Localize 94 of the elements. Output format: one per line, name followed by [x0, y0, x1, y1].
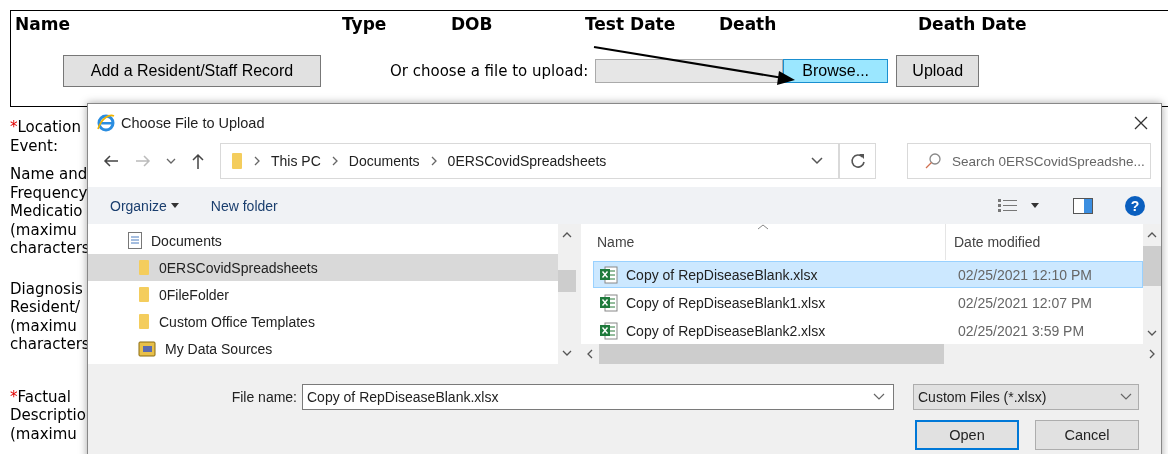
scroll-down-icon[interactable] [1147, 330, 1157, 336]
document-icon [128, 232, 142, 249]
scroll-thumb[interactable] [1143, 246, 1161, 286]
browse-button[interactable]: Browse... [783, 59, 889, 83]
file-date: 02/25/2021 12:10 PM [958, 266, 1092, 283]
chevron-right-icon [253, 156, 261, 166]
field-label: characters [10, 239, 90, 258]
scroll-thumb[interactable] [558, 270, 576, 292]
cancel-button[interactable]: Cancel [1035, 420, 1139, 450]
file-name: Copy of RepDiseaseBlank.xlsx [626, 266, 819, 283]
new-folder-button[interactable]: New folder [210, 197, 278, 214]
help-icon[interactable]: ? [1125, 195, 1145, 216]
spreadsheet-icon [600, 321, 618, 340]
upload-button[interactable]: Upload [896, 55, 980, 87]
organize-menu[interactable]: Organize [110, 197, 179, 214]
file-row[interactable]: Copy of RepDiseaseBlank.xlsx 02/25/2021 12:10 PM [593, 261, 1143, 288]
spreadsheet-icon [600, 265, 618, 284]
column-heading: Test Date [585, 14, 677, 34]
add-record-button[interactable]: Add a Resident/Staff Record [63, 55, 321, 87]
dialog-title: Choose File to Upload [121, 114, 265, 131]
preview-pane-icon[interactable] [1073, 197, 1093, 214]
file-date: 02/25/2021 3:59 PM [958, 322, 1085, 339]
column-heading: Type [342, 14, 388, 34]
field-label: Medicatio [10, 202, 83, 221]
chevron-down-icon [873, 393, 885, 401]
folder-icon [138, 286, 150, 303]
nav-item[interactable]: Custom Office Templates [88, 308, 558, 335]
back-arrow-icon[interactable] [102, 153, 120, 169]
field-label: Name and [10, 165, 88, 184]
chevron-right-icon [330, 156, 339, 166]
scroll-up-icon[interactable] [1147, 232, 1157, 238]
scrollbar[interactable] [1143, 224, 1161, 344]
breadcrumb-item[interactable]: This PC [271, 153, 321, 169]
column-header[interactable]: Name [593, 224, 946, 260]
refresh-icon [849, 153, 866, 169]
file-date: 02/25/2021 12:07 PM [958, 294, 1092, 311]
field-label: Diagnosis [10, 279, 83, 298]
field-label: (maximu [10, 424, 77, 443]
folder-icon [231, 152, 243, 170]
file-type-dropdown[interactable]: Custom Files (*.xlsx) [913, 384, 1139, 410]
close-icon[interactable] [1133, 114, 1149, 131]
file-row[interactable]: Copy of RepDiseaseBlank1.xlsx 02/25/2021 12:07 PM [593, 289, 1143, 316]
chevron-down-icon[interactable] [810, 156, 825, 166]
field-label: (maximu [10, 316, 77, 335]
address-bar[interactable]: This PC Documents 0ERSCovidSpreadsheets [220, 143, 840, 179]
column-heading: Death Date [918, 14, 1028, 34]
scroll-left-icon[interactable] [587, 349, 593, 359]
refresh-button[interactable] [839, 143, 876, 179]
field-label: *Location [10, 118, 81, 137]
field-label: Event: [10, 136, 59, 155]
column-heading: DOB [451, 14, 494, 34]
sort-caret-icon [757, 224, 769, 230]
column-heading: Death [719, 14, 778, 34]
search-icon [924, 152, 942, 170]
nav-item[interactable]: My Data Sources [88, 335, 558, 362]
field-label: Descriptio [10, 406, 86, 425]
chevron-down-icon[interactable] [166, 157, 176, 165]
breadcrumb-item[interactable]: 0ERSCovidSpreadsheets [447, 153, 607, 169]
scroll-up-icon[interactable] [562, 232, 572, 238]
field-label: characters [10, 335, 90, 354]
upload-prompt: Or choose a file to upload: [390, 62, 589, 80]
field-label: Resident/ [10, 298, 81, 317]
chevron-right-icon [429, 156, 438, 166]
breadcrumb-item[interactable]: Documents [348, 153, 420, 169]
column-heading: Name [15, 14, 71, 34]
field-label: (maximu [10, 220, 77, 239]
chevron-down-icon [1120, 393, 1132, 401]
file-name: Copy of RepDiseaseBlank1.xlsx [626, 294, 827, 311]
scroll-thumb[interactable] [599, 344, 944, 364]
column-header[interactable]: Date modified [946, 234, 1041, 250]
file-input-field[interactable] [595, 59, 784, 83]
browser-logo-icon [96, 112, 116, 133]
nav-item[interactable]: 0FileFolder [88, 281, 558, 308]
folder-icon [138, 340, 156, 357]
search-field[interactable]: Search 0ERSCovidSpreadshe... [907, 143, 1151, 179]
open-button[interactable]: Open [915, 420, 1019, 450]
field-label: Frequency [10, 183, 88, 202]
file-name: Copy of RepDiseaseBlank2.xlsx [626, 322, 827, 339]
scrollbar[interactable] [581, 344, 1161, 364]
view-list-icon[interactable] [997, 196, 1019, 215]
field-label: *Factual [10, 387, 71, 406]
up-arrow-icon[interactable] [190, 152, 206, 170]
file-name-field[interactable]: Copy of RepDiseaseBlank.xlsx [302, 384, 894, 410]
nav-item[interactable]: 0ERSCovidSpreadsheets [88, 254, 558, 281]
file-row[interactable]: Copy of RepDiseaseBlank2.xlsx 02/25/2021 3:59 PM [593, 317, 1143, 344]
scroll-right-icon[interactable] [1149, 349, 1155, 359]
nav-item[interactable]: Documents [88, 227, 558, 254]
spreadsheet-icon [600, 293, 618, 312]
caret-icon[interactable] [1031, 203, 1039, 208]
file-name-label: File name: [231, 389, 297, 405]
scroll-down-icon[interactable] [562, 350, 572, 356]
folder-icon [138, 259, 150, 276]
folder-icon [138, 313, 150, 330]
caret-icon [170, 203, 179, 208]
